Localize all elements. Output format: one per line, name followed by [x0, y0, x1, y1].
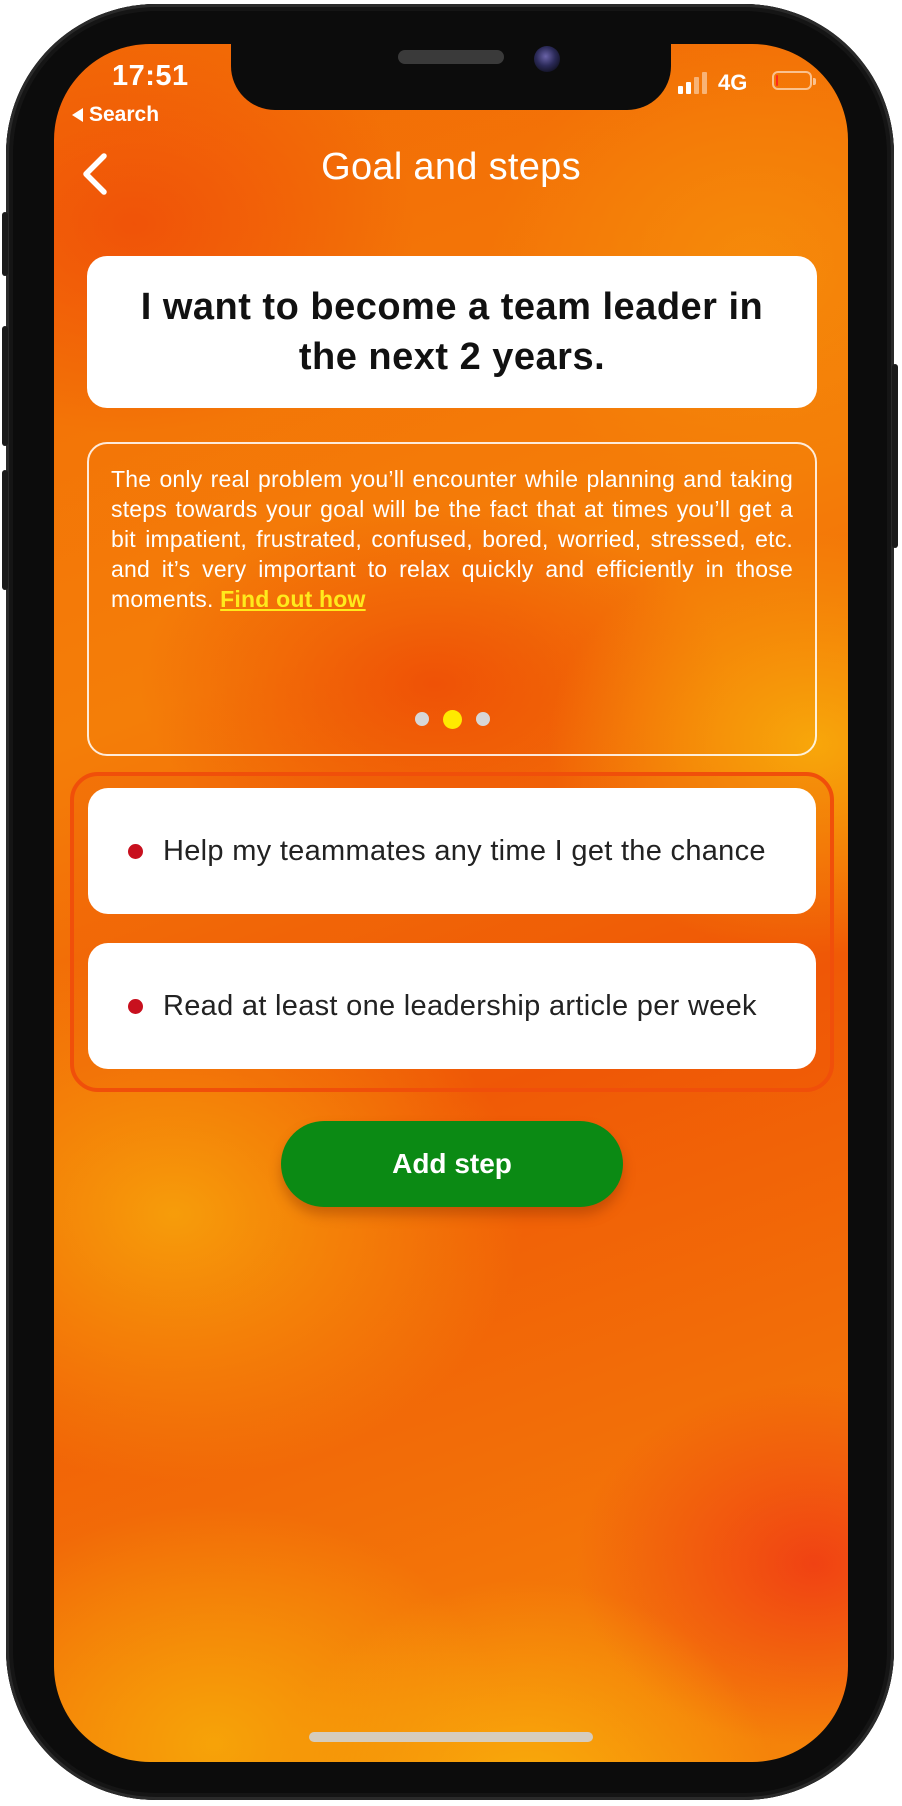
goal-card: I want to become a team leader in the ne… — [87, 256, 817, 408]
tip-body: The only real problem you’ll encounter w… — [111, 466, 793, 612]
tip-text: The only real problem you’ll encounter w… — [111, 464, 793, 614]
step-item[interactable]: Help my teammates any time I get the cha… — [88, 788, 816, 914]
front-camera — [534, 46, 560, 72]
steps-list: Help my teammates any time I get the cha… — [70, 772, 834, 1092]
status-time: 17:51 — [112, 60, 189, 92]
speaker-grille — [398, 50, 504, 64]
tip-carousel[interactable]: The only real problem you’ll encounter w… — [87, 442, 817, 756]
signal-bar — [702, 72, 707, 94]
power-button — [892, 364, 898, 548]
step-bullet-icon — [128, 998, 143, 1014]
carousel-pager — [89, 710, 815, 729]
volume-down-button — [2, 470, 8, 590]
step-item[interactable]: Read at least one leadership article per… — [88, 943, 816, 1069]
find-out-how-link[interactable]: Find out how — [220, 586, 365, 612]
pager-dot[interactable] — [414, 712, 429, 726]
goal-text: I want to become a team leader in the ne… — [140, 286, 764, 378]
home-indicator — [309, 1732, 593, 1742]
add-step-button[interactable]: Add step — [281, 1121, 623, 1207]
pager-dot-active[interactable] — [442, 710, 462, 729]
app-screen: 17:51 Search 4G Goal and steps I want to… — [54, 44, 848, 1762]
step-text: Help my teammates any time I get the cha… — [163, 834, 766, 867]
network-type: 4G — [718, 70, 748, 95]
step-text: Read at least one leadership article per… — [163, 989, 757, 1022]
signal-bar — [694, 77, 699, 94]
step-bullet-icon — [128, 843, 143, 859]
volume-up-button — [2, 326, 8, 446]
back-to-app-label: Search — [89, 103, 160, 126]
pager-dot[interactable] — [475, 712, 490, 726]
page-title: Goal and steps — [321, 146, 581, 188]
back-to-app-link[interactable]: Search — [72, 103, 159, 127]
battery-icon — [772, 71, 816, 90]
signal-bar — [678, 86, 683, 94]
battery-level-fill — [776, 75, 778, 86]
chevron-left-icon[interactable] — [74, 148, 122, 200]
back-triangle-icon — [72, 108, 83, 122]
signal-bar — [686, 82, 691, 94]
mute-switch — [2, 212, 8, 276]
signal-strength-icon — [678, 72, 710, 94]
